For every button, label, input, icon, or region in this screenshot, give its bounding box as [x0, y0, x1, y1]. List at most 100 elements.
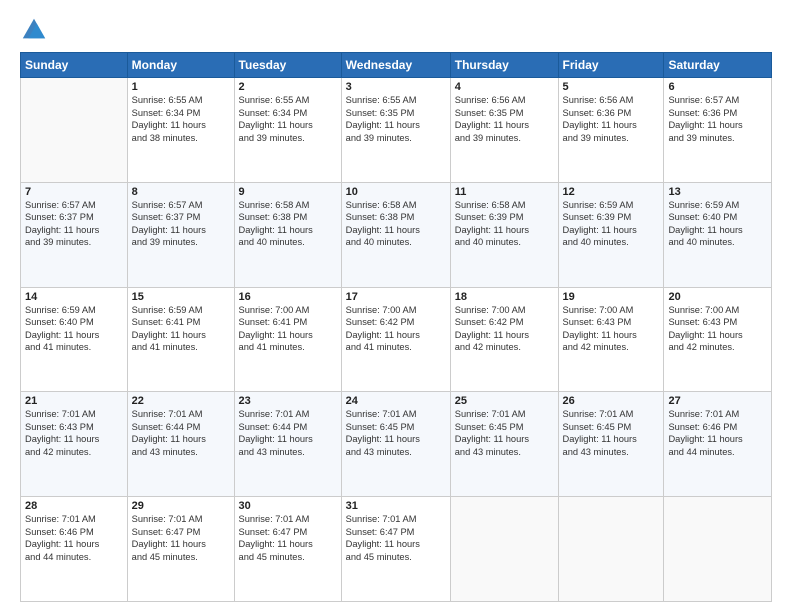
day-number: 23: [239, 395, 337, 407]
day-cell: 13Sunrise: 6:59 AMSunset: 6:40 PMDayligh…: [664, 182, 772, 287]
header-cell-tuesday: Tuesday: [234, 53, 341, 78]
header-cell-saturday: Saturday: [664, 53, 772, 78]
day-cell: 6Sunrise: 6:57 AMSunset: 6:36 PMDaylight…: [664, 78, 772, 183]
day-number: 27: [668, 395, 767, 407]
day-number: 13: [668, 186, 767, 198]
day-info: Sunrise: 6:55 AMSunset: 6:34 PMDaylight:…: [239, 94, 337, 144]
day-cell: 20Sunrise: 7:00 AMSunset: 6:43 PMDayligh…: [664, 287, 772, 392]
day-cell: 30Sunrise: 7:01 AMSunset: 6:47 PMDayligh…: [234, 497, 341, 602]
day-number: 2: [239, 81, 337, 93]
day-info: Sunrise: 7:01 AMSunset: 6:44 PMDaylight:…: [132, 408, 230, 458]
day-info: Sunrise: 7:01 AMSunset: 6:47 PMDaylight:…: [239, 513, 337, 563]
day-number: 24: [346, 395, 446, 407]
day-cell: 18Sunrise: 7:00 AMSunset: 6:42 PMDayligh…: [450, 287, 558, 392]
day-info: Sunrise: 6:58 AMSunset: 6:38 PMDaylight:…: [239, 199, 337, 249]
day-number: 19: [563, 291, 660, 303]
day-info: Sunrise: 7:00 AMSunset: 6:43 PMDaylight:…: [563, 304, 660, 354]
day-info: Sunrise: 6:59 AMSunset: 6:40 PMDaylight:…: [25, 304, 123, 354]
day-number: 1: [132, 81, 230, 93]
header: [20, 16, 772, 44]
day-info: Sunrise: 7:01 AMSunset: 6:43 PMDaylight:…: [25, 408, 123, 458]
header-cell-wednesday: Wednesday: [341, 53, 450, 78]
day-cell: 12Sunrise: 6:59 AMSunset: 6:39 PMDayligh…: [558, 182, 664, 287]
day-cell: [558, 497, 664, 602]
day-cell: 31Sunrise: 7:01 AMSunset: 6:47 PMDayligh…: [341, 497, 450, 602]
day-cell: 15Sunrise: 6:59 AMSunset: 6:41 PMDayligh…: [127, 287, 234, 392]
day-number: 26: [563, 395, 660, 407]
day-info: Sunrise: 6:59 AMSunset: 6:41 PMDaylight:…: [132, 304, 230, 354]
day-cell: 10Sunrise: 6:58 AMSunset: 6:38 PMDayligh…: [341, 182, 450, 287]
week-row-2: 7Sunrise: 6:57 AMSunset: 6:37 PMDaylight…: [21, 182, 772, 287]
day-number: 31: [346, 500, 446, 512]
day-cell: 3Sunrise: 6:55 AMSunset: 6:35 PMDaylight…: [341, 78, 450, 183]
header-cell-monday: Monday: [127, 53, 234, 78]
day-cell: 8Sunrise: 6:57 AMSunset: 6:37 PMDaylight…: [127, 182, 234, 287]
header-cell-friday: Friday: [558, 53, 664, 78]
week-row-3: 14Sunrise: 6:59 AMSunset: 6:40 PMDayligh…: [21, 287, 772, 392]
day-number: 18: [455, 291, 554, 303]
day-number: 16: [239, 291, 337, 303]
header-cell-thursday: Thursday: [450, 53, 558, 78]
day-info: Sunrise: 7:01 AMSunset: 6:45 PMDaylight:…: [563, 408, 660, 458]
day-cell: 21Sunrise: 7:01 AMSunset: 6:43 PMDayligh…: [21, 392, 128, 497]
day-number: 28: [25, 500, 123, 512]
day-info: Sunrise: 6:57 AMSunset: 6:37 PMDaylight:…: [25, 199, 123, 249]
day-info: Sunrise: 6:56 AMSunset: 6:35 PMDaylight:…: [455, 94, 554, 144]
day-info: Sunrise: 6:56 AMSunset: 6:36 PMDaylight:…: [563, 94, 660, 144]
day-cell: 23Sunrise: 7:01 AMSunset: 6:44 PMDayligh…: [234, 392, 341, 497]
header-row: SundayMondayTuesdayWednesdayThursdayFrid…: [21, 53, 772, 78]
day-number: 15: [132, 291, 230, 303]
day-cell: 22Sunrise: 7:01 AMSunset: 6:44 PMDayligh…: [127, 392, 234, 497]
day-number: 4: [455, 81, 554, 93]
day-number: 20: [668, 291, 767, 303]
day-info: Sunrise: 6:57 AMSunset: 6:37 PMDaylight:…: [132, 199, 230, 249]
logo: [20, 16, 50, 44]
calendar-header: SundayMondayTuesdayWednesdayThursdayFrid…: [21, 53, 772, 78]
day-cell: 19Sunrise: 7:00 AMSunset: 6:43 PMDayligh…: [558, 287, 664, 392]
day-number: 10: [346, 186, 446, 198]
day-info: Sunrise: 6:55 AMSunset: 6:34 PMDaylight:…: [132, 94, 230, 144]
day-number: 11: [455, 186, 554, 198]
day-info: Sunrise: 6:59 AMSunset: 6:39 PMDaylight:…: [563, 199, 660, 249]
day-info: Sunrise: 7:01 AMSunset: 6:47 PMDaylight:…: [346, 513, 446, 563]
day-info: Sunrise: 6:57 AMSunset: 6:36 PMDaylight:…: [668, 94, 767, 144]
day-info: Sunrise: 7:01 AMSunset: 6:47 PMDaylight:…: [132, 513, 230, 563]
day-number: 14: [25, 291, 123, 303]
day-info: Sunrise: 6:55 AMSunset: 6:35 PMDaylight:…: [346, 94, 446, 144]
day-number: 12: [563, 186, 660, 198]
day-info: Sunrise: 6:58 AMSunset: 6:39 PMDaylight:…: [455, 199, 554, 249]
day-info: Sunrise: 7:01 AMSunset: 6:45 PMDaylight:…: [455, 408, 554, 458]
day-cell: 29Sunrise: 7:01 AMSunset: 6:47 PMDayligh…: [127, 497, 234, 602]
day-number: 5: [563, 81, 660, 93]
day-cell: 27Sunrise: 7:01 AMSunset: 6:46 PMDayligh…: [664, 392, 772, 497]
day-cell: 5Sunrise: 6:56 AMSunset: 6:36 PMDaylight…: [558, 78, 664, 183]
calendar-body: 1Sunrise: 6:55 AMSunset: 6:34 PMDaylight…: [21, 78, 772, 602]
logo-icon: [20, 16, 48, 44]
day-info: Sunrise: 6:59 AMSunset: 6:40 PMDaylight:…: [668, 199, 767, 249]
day-info: Sunrise: 7:00 AMSunset: 6:41 PMDaylight:…: [239, 304, 337, 354]
day-number: 9: [239, 186, 337, 198]
day-number: 29: [132, 500, 230, 512]
day-info: Sunrise: 7:01 AMSunset: 6:46 PMDaylight:…: [668, 408, 767, 458]
day-cell: [450, 497, 558, 602]
header-cell-sunday: Sunday: [21, 53, 128, 78]
day-cell: 24Sunrise: 7:01 AMSunset: 6:45 PMDayligh…: [341, 392, 450, 497]
day-info: Sunrise: 7:01 AMSunset: 6:45 PMDaylight:…: [346, 408, 446, 458]
day-cell: 1Sunrise: 6:55 AMSunset: 6:34 PMDaylight…: [127, 78, 234, 183]
day-cell: [664, 497, 772, 602]
page: SundayMondayTuesdayWednesdayThursdayFrid…: [0, 0, 792, 612]
week-row-1: 1Sunrise: 6:55 AMSunset: 6:34 PMDaylight…: [21, 78, 772, 183]
day-info: Sunrise: 7:01 AMSunset: 6:44 PMDaylight:…: [239, 408, 337, 458]
day-cell: 16Sunrise: 7:00 AMSunset: 6:41 PMDayligh…: [234, 287, 341, 392]
day-cell: 26Sunrise: 7:01 AMSunset: 6:45 PMDayligh…: [558, 392, 664, 497]
day-number: 3: [346, 81, 446, 93]
day-info: Sunrise: 6:58 AMSunset: 6:38 PMDaylight:…: [346, 199, 446, 249]
day-info: Sunrise: 7:00 AMSunset: 6:42 PMDaylight:…: [346, 304, 446, 354]
week-row-5: 28Sunrise: 7:01 AMSunset: 6:46 PMDayligh…: [21, 497, 772, 602]
day-cell: 11Sunrise: 6:58 AMSunset: 6:39 PMDayligh…: [450, 182, 558, 287]
day-cell: 25Sunrise: 7:01 AMSunset: 6:45 PMDayligh…: [450, 392, 558, 497]
day-info: Sunrise: 7:00 AMSunset: 6:42 PMDaylight:…: [455, 304, 554, 354]
calendar-table: SundayMondayTuesdayWednesdayThursdayFrid…: [20, 52, 772, 602]
day-cell: [21, 78, 128, 183]
day-number: 30: [239, 500, 337, 512]
